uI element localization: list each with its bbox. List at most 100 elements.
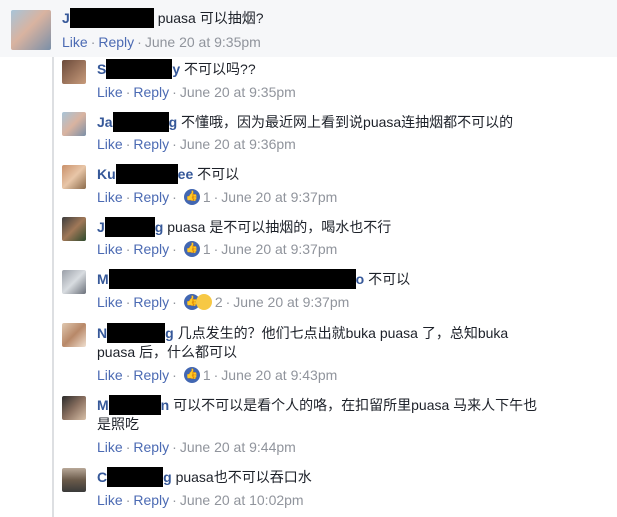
commenter-name[interactable]: M [97,271,109,287]
comment-body: J puasa 可以抽烟? [62,8,264,28]
reply-link[interactable]: Reply [133,492,169,508]
like-link[interactable]: Like [97,189,123,205]
commenter-name[interactable]: S [97,61,106,77]
reply-text: 不可以 [368,271,411,287]
commenter-name[interactable]: Ja [97,114,113,130]
like-link[interactable]: Like [97,294,123,310]
reply-link[interactable]: Reply [133,84,169,100]
like-link[interactable]: Like [97,84,123,100]
timestamp[interactable]: June 20 at 9:43pm [221,367,337,383]
like-link[interactable]: Like [97,492,123,508]
commenter-name-end[interactable]: g [169,114,178,130]
reply-link[interactable]: Reply [133,294,169,310]
avatar[interactable] [62,323,86,347]
reply-actions: Like·Reply·1·June 20 at 9:37pm [97,240,337,258]
commenter-name-end[interactable]: y [172,61,180,77]
like-link[interactable]: Like [97,241,123,257]
reply-text: puasa 是不可以抽烟的，喝水也不行 [167,219,392,235]
reply-body: Sy 不可以吗?? [97,59,256,79]
avatar[interactable] [62,112,86,136]
avatar[interactable] [62,396,86,420]
like-link[interactable]: Like [97,439,123,455]
timestamp[interactable]: June 20 at 9:37pm [233,294,349,310]
sad-reaction-icon[interactable] [195,294,212,310]
reaction-count[interactable]: 1 [203,241,211,257]
reaction-count[interactable]: 1 [203,189,211,205]
avatar[interactable] [62,60,86,84]
commenter-name-end[interactable]: ee [178,166,194,182]
reply-body: Cg puasa也不可以吞口水 [97,467,312,487]
redaction-bar [106,59,173,79]
reply-text: 不可以吗?? [184,61,256,77]
reply-text: 几点发生的？他们七点出就buka puasa 了，总知buka [177,325,509,341]
comment-text: puasa 可以抽烟? [157,10,264,26]
like-reaction-icon[interactable] [183,189,200,205]
commenter-name[interactable]: J [62,10,70,26]
commenter-name-end[interactable]: n [161,397,170,413]
like-link[interactable]: Like [97,136,123,152]
reply-body: Ng 几点发生的？他们七点出就buka puasa 了，总知buka puasa… [97,323,607,361]
like-reaction-icon[interactable] [183,367,200,383]
redaction-bar [108,269,356,289]
commenter-name-end[interactable]: g [165,325,174,341]
reply-body: Jg puasa 是不可以抽烟的，喝水也不行 [97,217,391,237]
reply-link[interactable]: Reply [133,439,169,455]
timestamp[interactable]: June 20 at 9:44pm [180,439,296,455]
reply-text-line2: puasa 后，什么都可以 [97,344,238,360]
avatar[interactable] [11,10,51,50]
commenter-name[interactable]: C [97,469,107,485]
commenter-name-end[interactable]: g [163,469,172,485]
commenter-name[interactable]: M [97,397,109,413]
reaction-count[interactable]: 2 [215,294,223,310]
reply-link[interactable]: Reply [133,367,169,383]
reply-link[interactable]: Reply [133,241,169,257]
reaction-count[interactable]: 1 [203,367,211,383]
timestamp[interactable]: June 20 at 9:35pm [180,84,296,100]
redaction-bar [107,323,166,343]
reply-text: 不懂哦，因为最近网上看到说puasa连抽烟都不可以的 [181,114,514,130]
reply-actions: Like · Reply · June 20 at 9:44pm [97,439,296,455]
reply-actions: Like · Reply · June 20 at 9:36pm [97,136,296,152]
like-reaction-icon[interactable] [183,241,200,257]
redaction-bar [112,112,169,132]
commenter-name[interactable]: Ku [97,166,116,182]
avatar[interactable] [62,270,86,294]
redaction-bar [69,8,154,28]
reply-link[interactable]: Reply [133,136,169,152]
redaction-bar [107,467,164,487]
reply-body: Mn 可以不可以是看个人的咯，在扣留所里puasa 马来人下午也 是照吃 [97,395,607,433]
timestamp[interactable]: June 20 at 9:37pm [221,241,337,257]
commenter-name[interactable]: J [97,219,105,235]
reply-text-line2: 是照吃 [97,416,139,432]
reply-body: Mo 不可以 [97,269,410,289]
timestamp[interactable]: June 20 at 10:02pm [180,492,304,508]
reply-actions: Like·Reply·1·June 20 at 9:37pm [97,188,337,206]
avatar[interactable] [62,217,86,241]
redaction-bar [115,164,178,184]
timestamp[interactable]: June 20 at 9:37pm [221,189,337,205]
commenter-name[interactable]: N [97,325,107,341]
reply-text: 不可以 [197,166,240,182]
timestamp[interactable]: June 20 at 9:36pm [180,136,296,152]
avatar[interactable] [62,165,86,189]
reply-thread-line [52,57,54,517]
redaction-bar [104,217,155,237]
avatar[interactable] [62,468,86,492]
reply-body: Ku ee 不可以 [97,164,239,184]
reply-actions: Like·Reply·1·June 20 at 9:43pm [97,366,337,384]
reply-link[interactable]: Reply [98,34,134,50]
commenter-name-end[interactable]: g [155,219,164,235]
reply-actions: Like · Reply · June 20 at 10:02pm [97,492,304,508]
reply-actions: Like · Reply · June 20 at 9:35pm [97,84,296,100]
redaction-bar [108,395,161,415]
reply-link[interactable]: Reply [133,189,169,205]
like-link[interactable]: Like [62,34,88,50]
reply-text: puasa也不可以吞口水 [175,469,312,485]
timestamp[interactable]: June 20 at 9:35pm [145,34,261,50]
reply-actions: Like·Reply·2·June 20 at 9:37pm [97,293,349,311]
commenter-name-end[interactable]: o [356,271,365,287]
comment-actions: Like · Reply · June 20 at 9:35pm [62,34,261,50]
like-link[interactable]: Like [97,367,123,383]
reply-text: 可以不可以是看个人的咯，在扣留所里puasa 马来人下午也 [173,397,538,413]
reply-body: Ja g 不懂哦，因为最近网上看到说puasa连抽烟都不可以的 [97,112,513,132]
